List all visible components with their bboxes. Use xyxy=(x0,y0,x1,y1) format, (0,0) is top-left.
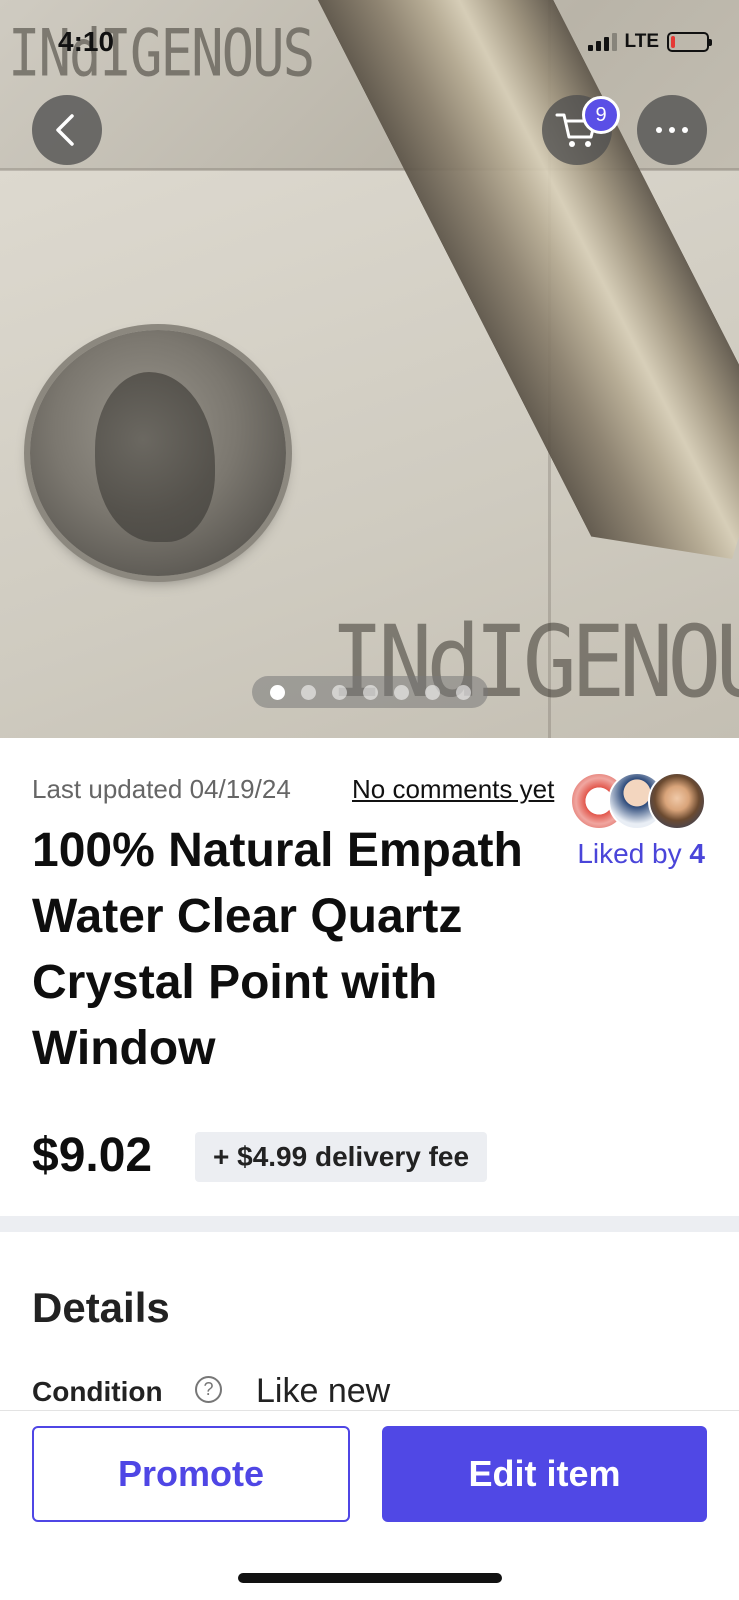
network-type: LTE xyxy=(624,31,659,52)
more-horizontal-icon xyxy=(656,127,688,133)
product-photo[interactable]: INdIGENOUS INdIGENOUS xyxy=(0,0,739,738)
section-divider xyxy=(0,1216,739,1232)
item-title: 100% Natural Empath Water Clear Quartz C… xyxy=(32,824,523,1075)
pager-dot[interactable] xyxy=(331,684,347,700)
home-indicator[interactable] xyxy=(238,1573,502,1583)
liked-by[interactable]: Liked by 4 xyxy=(577,838,705,870)
pager-dot[interactable] xyxy=(393,684,409,700)
signal-icon xyxy=(587,33,617,51)
cart-count-badge: 9 xyxy=(582,96,620,134)
item-price: $9.02 xyxy=(32,1129,153,1182)
status-indicators: LTE xyxy=(587,31,712,53)
battery-icon xyxy=(667,32,712,52)
avatar xyxy=(648,772,706,830)
promote-button[interactable]: Promote xyxy=(32,1426,350,1522)
status-time: 4:10 xyxy=(58,26,115,57)
delivery-fee-badge: + $4.99 delivery fee xyxy=(195,1132,488,1182)
condition-label: Condition xyxy=(32,1376,163,1407)
pager-dot[interactable] xyxy=(455,684,471,700)
pager-dot[interactable] xyxy=(300,684,316,700)
photo-pager[interactable] xyxy=(252,676,488,708)
condition-value: Like new xyxy=(256,1372,391,1410)
last-updated: Last updated 04/19/24 xyxy=(32,774,291,804)
pager-dot[interactable] xyxy=(424,684,440,700)
battery-level xyxy=(671,36,676,48)
comments-link[interactable]: No comments yet xyxy=(352,774,572,805)
more-options-button[interactable] xyxy=(637,95,707,165)
chevron-left-icon xyxy=(56,114,74,146)
pager-dot[interactable] xyxy=(362,684,378,700)
pager-dot[interactable] xyxy=(269,684,285,700)
edit-item-button[interactable]: Edit item xyxy=(382,1426,707,1522)
liked-by-count: 4 xyxy=(689,838,705,869)
liked-by-avatars[interactable] xyxy=(570,772,706,832)
photo-watermark-top: INdIGENOUS xyxy=(8,15,315,92)
liked-by-label: Liked by xyxy=(577,838,682,869)
question-circle-icon[interactable]: ? xyxy=(195,1376,222,1403)
back-button[interactable] xyxy=(32,95,102,165)
details-heading: Details xyxy=(32,1284,170,1331)
